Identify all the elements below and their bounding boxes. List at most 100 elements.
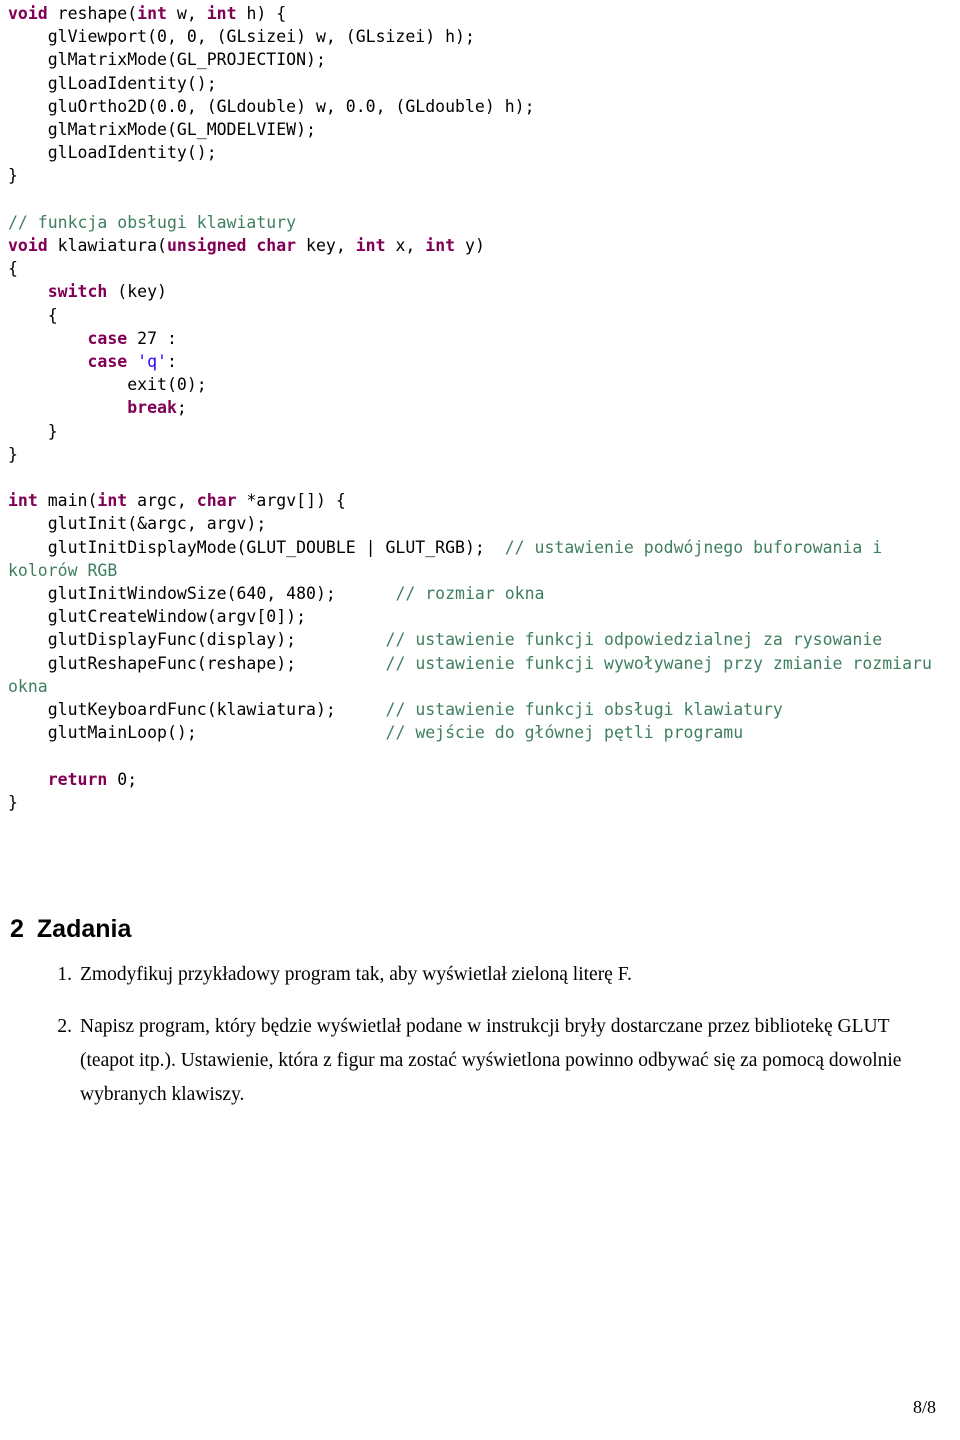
code-line: } xyxy=(8,791,952,814)
code-token: (key) xyxy=(107,282,167,302)
code-line: } xyxy=(8,420,952,443)
code-token: int xyxy=(97,491,128,511)
code-token: 27 : xyxy=(127,328,177,348)
code-token: int xyxy=(206,4,237,23)
code-line: glutInitWindowSize(640, 480); // rozmiar… xyxy=(8,582,952,605)
code-token: h) { xyxy=(236,4,287,23)
code-token: x, xyxy=(385,236,426,256)
code-token: exit(0); xyxy=(8,375,207,395)
task-marker: 1. xyxy=(57,964,72,985)
section-heading: 2 Zadania xyxy=(10,915,131,944)
code-token: glutReshapeFunc(reshape); xyxy=(8,653,386,673)
code-token: glMatrixMode(GL_MODELVIEW); xyxy=(8,120,316,140)
code-line: glutInitDisplayMode(GLUT_DOUBLE | GLUT_R… xyxy=(8,536,952,582)
task-item: 1. Zmodyfikuj przykładowy program tak, ab… xyxy=(40,958,930,992)
code-line: glutInit(&argc, argv); xyxy=(8,512,952,535)
code-token: } xyxy=(8,166,18,186)
code-token: klawiatura( xyxy=(57,236,167,256)
section-title: Zadania xyxy=(36,915,132,943)
code-token: gluOrtho2D(0.0, (GLdouble) w, 0.0, (GLdo… xyxy=(8,96,535,116)
code-token: // ustawienie funkcji odpowiedzialnej za… xyxy=(385,630,883,650)
task-marker: 2. xyxy=(57,1016,72,1037)
code-token: // rozmiar okna xyxy=(395,584,545,604)
code-token: int xyxy=(355,236,386,256)
code-token: glutInit(&argc, argv); xyxy=(8,514,267,534)
code-token: glutKeyboardFunc(klawiatura); xyxy=(8,700,386,720)
code-token: argc, xyxy=(127,491,197,511)
code-line: void reshape(int w, int h) { xyxy=(8,2,952,25)
code-listing: void reshape( int w, int h) { glViewport(… xyxy=(8,2,952,814)
code-token: case xyxy=(87,328,128,348)
code-token: key, xyxy=(296,236,356,256)
code-line: glutCreateWindow(argv[0]); xyxy=(8,605,952,628)
code-line: gluOrtho2D(0.0, (GLdouble) w, 0.0, (GLdo… xyxy=(8,95,952,118)
code-token: 0; xyxy=(107,769,138,789)
code-line: glViewport(0, 0, (GLsizei) w, (GLsizei) … xyxy=(8,25,952,48)
task-item: 2. Napisz program, który będzie wyświetla… xyxy=(40,1010,930,1112)
code-line: glutReshapeFunc(reshape); // ustawienie … xyxy=(8,652,952,698)
code-line: glMatrixMode(GL_PROJECTION); xyxy=(8,48,952,71)
code-token: glLoadIdentity(); xyxy=(8,73,217,93)
code-line: return 0; xyxy=(8,768,952,791)
code-token: // ustawienie funkcji obsługi klawiatury xyxy=(385,700,783,720)
code-token: 'q' xyxy=(137,352,167,372)
code-token: // wejście do głównej pętli programu xyxy=(385,723,744,743)
code-token: glutCreateWindow(argv[0]); xyxy=(8,607,307,627)
code-token: void xyxy=(8,4,58,23)
code-token: *argv[]) { xyxy=(236,491,346,511)
task-text: Napisz program, który będzie wyświetlał … xyxy=(80,1016,902,1105)
code-token: char xyxy=(196,491,237,511)
code-line: glLoadIdentity(); xyxy=(8,141,952,164)
code-line: } xyxy=(8,164,952,187)
code-token: } xyxy=(8,792,18,812)
code-token: ; xyxy=(176,398,187,418)
code-token: } xyxy=(8,444,18,464)
code-token: // funkcja obsługi klawiatury xyxy=(8,212,297,232)
code-token: case xyxy=(87,352,128,372)
code-line: glutMainLoop(); // wejście do głównej pę… xyxy=(8,721,952,744)
code-line: { xyxy=(8,257,952,280)
code-token: int xyxy=(8,491,48,511)
code-line: glLoadIdentity(); xyxy=(8,72,952,95)
code-line: void klawiatura(unsigned char key, int x… xyxy=(8,234,952,257)
code-line: // funkcja obsługi klawiatury xyxy=(8,211,952,234)
code-token: unsigned char xyxy=(166,236,297,256)
code-token: : xyxy=(166,352,177,372)
code-token: main( xyxy=(47,491,98,511)
task-text: Zmodyfikuj przykładowy program tak, aby … xyxy=(80,964,632,985)
code-token: reshape( xyxy=(57,4,138,23)
code-line: case 'q': xyxy=(8,350,952,373)
code-token: int xyxy=(425,236,456,256)
code-token: glLoadIdentity(); xyxy=(8,143,217,163)
code-token: glutInitWindowSize(640, 480); xyxy=(8,584,396,604)
code-token: { xyxy=(8,259,18,279)
document-page: void reshape( int w, int h) { glViewport(… xyxy=(0,0,960,1440)
page-number: 8/8 xyxy=(912,1397,936,1417)
code-line: int main(int argc, char *argv[]) { xyxy=(8,489,952,512)
code-token: w, xyxy=(166,4,207,23)
code-line: exit(0); xyxy=(8,373,952,396)
code-token: { xyxy=(8,305,58,325)
code-token: switch xyxy=(47,282,108,302)
section-number: 2 xyxy=(10,915,24,943)
code-line: break; xyxy=(8,396,952,419)
code-line: glutDisplayFunc(display); // ustawienie … xyxy=(8,628,952,651)
code-token: glutInitDisplayMode(GLUT_DOUBLE | GLUT_R… xyxy=(8,537,505,557)
code-line: case 27 : xyxy=(8,327,952,350)
code-token: glutDisplayFunc(display); xyxy=(8,630,386,650)
code-line: { xyxy=(8,304,952,327)
code-line: } xyxy=(8,443,952,466)
code-line: glMatrixMode(GL_MODELVIEW); xyxy=(8,118,952,141)
code-token: return xyxy=(47,769,108,789)
code-token: void xyxy=(8,236,58,256)
code-line: switch (key) xyxy=(8,280,952,303)
